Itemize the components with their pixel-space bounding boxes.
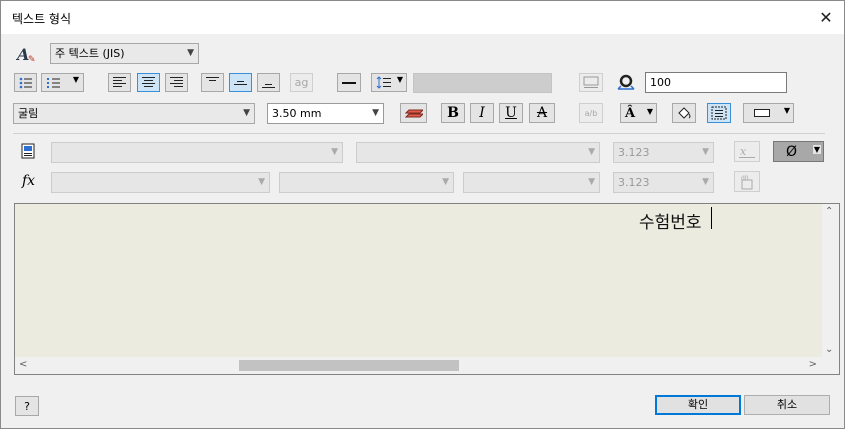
- title-bar: 텍스트 형식 ✕: [1, 1, 844, 34]
- scroll-down-icon[interactable]: ⌄: [825, 344, 833, 355]
- layer-button[interactable]: [400, 103, 427, 123]
- fit-text-button[interactable]: [579, 73, 603, 92]
- layers-icon: [404, 109, 423, 118]
- valign-top-button[interactable]: [201, 73, 224, 92]
- stretch-icon: [616, 74, 636, 92]
- frame-style-icon: [754, 109, 770, 117]
- paint-bucket-icon: [678, 107, 691, 119]
- align-right-button[interactable]: [165, 73, 188, 92]
- style-select-value: 주 텍스트 (JIS): [55, 47, 125, 60]
- strikethrough-button[interactable]: A: [529, 103, 555, 123]
- svg-text:✎: ✎: [28, 55, 36, 63]
- style-select[interactable]: 주 텍스트 (JIS) ▼: [50, 43, 199, 64]
- function-parameter-select[interactable]: ▼: [279, 172, 454, 193]
- chevron-down-icon: ▼: [702, 147, 709, 157]
- parameter-icon: [21, 143, 35, 159]
- chevron-down-icon: ▼: [812, 145, 821, 154]
- text-caret: [711, 207, 712, 229]
- text-frame-button[interactable]: [707, 103, 731, 123]
- chevron-down-icon: ▼: [646, 106, 653, 116]
- horizontal-scrollbar[interactable]: < >: [15, 357, 839, 374]
- valign-bottom-icon: [262, 84, 275, 88]
- text-editor[interactable]: 수험번호 ⌃ ⌄ < >: [14, 203, 840, 375]
- align-center-icon: [142, 77, 155, 87]
- italic-button[interactable]: I: [470, 103, 494, 123]
- chevron-down-icon: ▼: [588, 147, 595, 157]
- line-spacing-value[interactable]: [413, 73, 552, 93]
- scrollbar-thumb[interactable]: [239, 360, 459, 371]
- valign-middle-icon: [234, 81, 247, 85]
- text-frame-icon: [711, 106, 727, 120]
- chevron-down-icon: ▼: [702, 177, 709, 187]
- function-icon: fx: [22, 173, 36, 189]
- diameter-symbol-button[interactable]: Ø ▼: [773, 141, 824, 162]
- insert-function-button[interactable]: d0: [734, 171, 760, 192]
- align-left-button[interactable]: [108, 73, 131, 92]
- font-size-value: 3.50 mm: [272, 107, 322, 120]
- parameter-source-select[interactable]: ▼: [51, 142, 343, 163]
- help-button[interactable]: ?: [15, 396, 39, 416]
- font-select[interactable]: 굴림 ▼: [13, 103, 255, 124]
- parameter-precision-select[interactable]: 3.123 ▼: [613, 142, 714, 163]
- editor-text: 수험번호: [639, 213, 702, 233]
- stretch-input[interactable]: 100: [645, 72, 787, 93]
- scroll-right-icon[interactable]: >: [809, 359, 817, 370]
- scroll-up-icon[interactable]: ⌃: [825, 206, 833, 217]
- align-right-icon: [170, 77, 183, 87]
- vertical-scrollbar[interactable]: ⌃ ⌄: [822, 204, 839, 357]
- background-fill-button[interactable]: [672, 103, 696, 123]
- chevron-down-icon: ▼: [783, 106, 790, 115]
- insert-parameter-button[interactable]: x: [734, 141, 760, 162]
- fit-text-icon: [583, 76, 599, 88]
- underline-button[interactable]: U: [499, 103, 523, 123]
- chevron-down-icon: ▼: [396, 75, 403, 84]
- stack-button[interactable]: a/b: [579, 103, 603, 123]
- symbol-label: Â: [625, 105, 636, 121]
- chevron-down-icon: ▼: [243, 108, 250, 118]
- bold-button[interactable]: B: [441, 103, 465, 123]
- numbered-list-button[interactable]: ▼: [41, 73, 84, 92]
- function-format-select[interactable]: ▼: [463, 172, 600, 193]
- baseline-button[interactable]: ag: [290, 73, 313, 92]
- valign-top-icon: [206, 77, 219, 81]
- chevron-down-icon: ▼: [258, 177, 265, 187]
- chevron-down-icon: ▼: [331, 147, 338, 157]
- svg-text:d0: d0: [741, 175, 749, 182]
- function-model-select[interactable]: ▼: [51, 172, 270, 193]
- scroll-left-icon[interactable]: <: [19, 359, 27, 370]
- dialog-title: 텍스트 형식: [12, 12, 72, 26]
- align-center-button[interactable]: [137, 73, 160, 92]
- function-precision-select[interactable]: 3.123 ▼: [613, 172, 714, 193]
- close-button[interactable]: ✕: [816, 8, 836, 28]
- svg-text:x: x: [740, 145, 747, 158]
- numbered-list-icon: [47, 77, 60, 88]
- text-style-icon: A ✎: [15, 45, 36, 65]
- chevron-down-icon: ▼: [588, 177, 595, 187]
- valign-middle-button[interactable]: [229, 73, 252, 92]
- symbol-button[interactable]: Â ▼: [620, 103, 657, 123]
- bullet-list-button[interactable]: [14, 73, 37, 92]
- line-weight-button[interactable]: [337, 73, 361, 92]
- parameter-type-select[interactable]: ▼: [356, 142, 600, 163]
- separator: [13, 133, 825, 134]
- chevron-down-icon: ▼: [372, 108, 379, 118]
- align-left-icon: [113, 77, 126, 87]
- chevron-down-icon: ▼: [187, 48, 194, 58]
- ok-button[interactable]: 확인: [655, 395, 741, 415]
- cancel-button[interactable]: 취소: [744, 395, 830, 415]
- chevron-down-icon: ▼: [442, 177, 449, 187]
- frame-style-button[interactable]: ▼: [743, 103, 794, 123]
- line-spacing-icon: [376, 76, 391, 89]
- text-format-dialog: 텍스트 형식 ✕ A ✎ 주 텍스트 (JIS) ▼ ▼ ag ▼ 100 굴림…: [0, 0, 845, 429]
- line-weight-icon: [342, 81, 356, 84]
- insert-function-icon: d0: [741, 175, 753, 189]
- line-spacing-button[interactable]: ▼: [371, 73, 407, 92]
- chevron-down-icon: ▼: [72, 75, 79, 84]
- baseline-label: ag: [294, 76, 309, 89]
- valign-bottom-button[interactable]: [257, 73, 280, 92]
- insert-parameter-icon: x: [739, 145, 755, 158]
- font-select-value: 굴림: [18, 107, 39, 120]
- font-size-select[interactable]: 3.50 mm ▼: [267, 103, 384, 124]
- bullet-list-icon: [19, 77, 32, 88]
